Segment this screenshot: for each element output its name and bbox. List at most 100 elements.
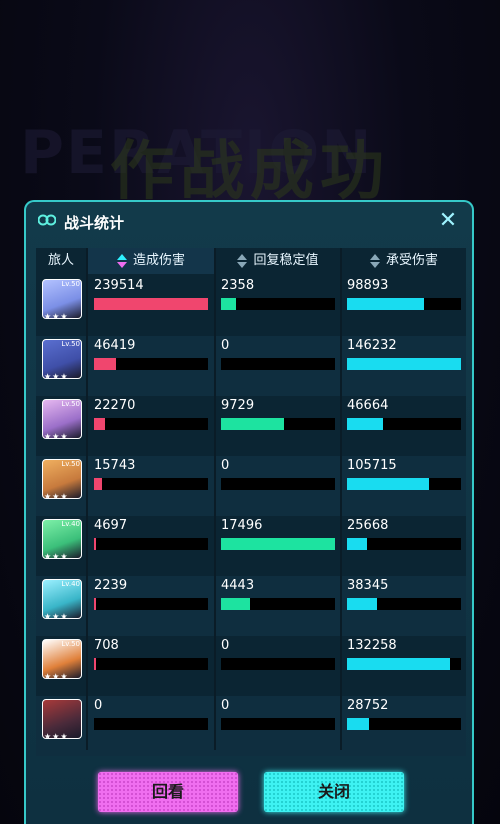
damage-taken-value: 28752: [347, 698, 389, 713]
damage-taken-bar-track: [347, 418, 461, 430]
damage-taken-value: 25668: [347, 518, 389, 533]
stats-table: 旅人 造成伤害 回复稳定值 承受伤害 Lv.50 ★★★ 239514 2358 988…: [36, 248, 466, 756]
star-rating-icon: ★★★: [44, 432, 69, 441]
heal-stability-value: 0: [221, 338, 230, 353]
damage-dealt-bar-fill: [94, 478, 102, 490]
heal-stability-bar-fill: [221, 298, 236, 310]
table-row: ★★★ 0 0 28752: [36, 696, 466, 756]
heal-stability-value: 0: [221, 458, 230, 473]
heal-stability-bar-fill: [221, 538, 335, 550]
damage-dealt-value: 2239: [94, 578, 128, 593]
sort-active-icon: [116, 253, 127, 268]
damage-dealt-value: 708: [94, 638, 119, 653]
table-row: Lv.50 ★★★ 708 0 132258: [36, 636, 466, 696]
heal-stability-bar-fill: [221, 418, 284, 430]
table-row: Lv.50 ★★★ 22270 9729 46664: [36, 396, 466, 456]
header-damage-dealt[interactable]: 造成伤害: [88, 248, 214, 274]
heal-stability-bar-track: [221, 418, 335, 430]
header-heal-stability[interactable]: 回复稳定值: [216, 248, 340, 274]
background-victory-title: 作战成功: [110, 135, 390, 209]
damage-dealt-bar-track: [94, 598, 208, 610]
heal-stability-value: 4443: [221, 578, 255, 593]
level-label: Lv.50: [61, 340, 80, 348]
damage-dealt-value: 0: [94, 698, 103, 713]
heal-stability-value: 0: [221, 698, 230, 713]
star-rating-icon: ★★★: [44, 552, 69, 561]
damage-taken-bar-fill: [347, 598, 377, 610]
damage-dealt-bar-fill: [94, 538, 96, 550]
replay-button[interactable]: 回看: [98, 772, 238, 812]
damage-dealt-bar-fill: [94, 598, 96, 610]
column-divider: [214, 248, 216, 750]
damage-dealt-value: 46419: [94, 338, 136, 353]
header-traveler: 旅人: [47, 253, 74, 268]
heal-stability-bar-fill: [221, 598, 250, 610]
star-rating-icon: ★★★: [44, 732, 69, 741]
heal-stability-bar-track: [221, 298, 335, 310]
damage-taken-bar-fill: [347, 298, 424, 310]
damage-dealt-value: 15743: [94, 458, 136, 473]
damage-dealt-bar-fill: [94, 358, 116, 370]
level-label: Lv.40: [61, 520, 80, 528]
star-rating-icon: ★★★: [44, 612, 69, 621]
heal-stability-bar-track: [221, 598, 335, 610]
star-rating-icon: ★★★: [44, 492, 69, 501]
heal-stability-value: 0: [221, 638, 230, 653]
damage-dealt-bar-track: [94, 718, 208, 730]
damage-taken-bar-track: [347, 358, 461, 370]
damage-taken-bar-track: [347, 718, 461, 730]
damage-taken-bar-track: [347, 298, 461, 310]
damage-taken-bar-fill: [347, 538, 367, 550]
damage-taken-value: 105715: [347, 458, 397, 473]
damage-dealt-value: 239514: [94, 278, 144, 293]
level-label: Lv.50: [61, 640, 80, 648]
table-row: Lv.50 ★★★ 46419 0 146232: [36, 336, 466, 396]
sort-icon: [237, 253, 248, 268]
sort-icon: [369, 253, 380, 268]
damage-taken-bar-fill: [347, 358, 461, 370]
damage-taken-bar-fill: [347, 718, 369, 730]
damage-dealt-bar-fill: [94, 658, 96, 670]
heal-stability-value: 17496: [221, 518, 263, 533]
damage-taken-bar-track: [347, 538, 461, 550]
damage-dealt-bar-track: [94, 538, 208, 550]
damage-dealt-bar-track: [94, 658, 208, 670]
header-damage-taken[interactable]: 承受伤害: [342, 248, 466, 274]
table-row: Lv.40 ★★★ 2239 4443 38345: [36, 576, 466, 636]
close-icon[interactable]: ✕: [436, 209, 460, 233]
damage-taken-bar-fill: [347, 418, 383, 430]
damage-dealt-bar-track: [94, 478, 208, 490]
table-row: Lv.40 ★★★ 4697 17496 25668: [36, 516, 466, 576]
damage-taken-value: 38345: [347, 578, 389, 593]
close-button[interactable]: 关闭: [264, 772, 404, 812]
level-label: Lv.50: [61, 400, 80, 408]
damage-dealt-bar-fill: [94, 298, 208, 310]
damage-taken-bar-track: [347, 658, 461, 670]
battle-stats-panel: 战斗统计 ✕ 旅人 造成伤害 回复稳定值 承受伤害 Lv.50 ★★★ 239514…: [24, 200, 474, 824]
damage-taken-bar-track: [347, 598, 461, 610]
star-rating-icon: ★★★: [44, 312, 69, 321]
damage-dealt-value: 4697: [94, 518, 128, 533]
damage-dealt-bar-track: [94, 418, 208, 430]
heal-stability-bar-track: [221, 658, 335, 670]
heal-stability-bar-track: [221, 358, 335, 370]
heal-stability-bar-track: [221, 538, 335, 550]
heal-stability-value: 9729: [221, 398, 255, 413]
table-row: Lv.50 ★★★ 239514 2358 98893: [36, 276, 466, 336]
table-row: Lv.50 ★★★ 15743 0 105715: [36, 456, 466, 516]
star-rating-icon: ★★★: [44, 372, 69, 381]
damage-taken-bar-fill: [347, 658, 450, 670]
damage-taken-bar-fill: [347, 478, 429, 490]
damage-dealt-bar-track: [94, 298, 208, 310]
star-rating-icon: ★★★: [44, 672, 69, 681]
level-label: Lv.50: [61, 460, 80, 468]
damage-dealt-value: 22270: [94, 398, 136, 413]
stats-logo-icon: [38, 214, 56, 226]
damage-taken-value: 98893: [347, 278, 389, 293]
damage-dealt-bar-track: [94, 358, 208, 370]
column-divider: [340, 248, 342, 750]
damage-taken-value: 46664: [347, 398, 389, 413]
damage-taken-value: 132258: [347, 638, 397, 653]
damage-taken-bar-track: [347, 478, 461, 490]
level-label: Lv.50: [61, 280, 80, 288]
